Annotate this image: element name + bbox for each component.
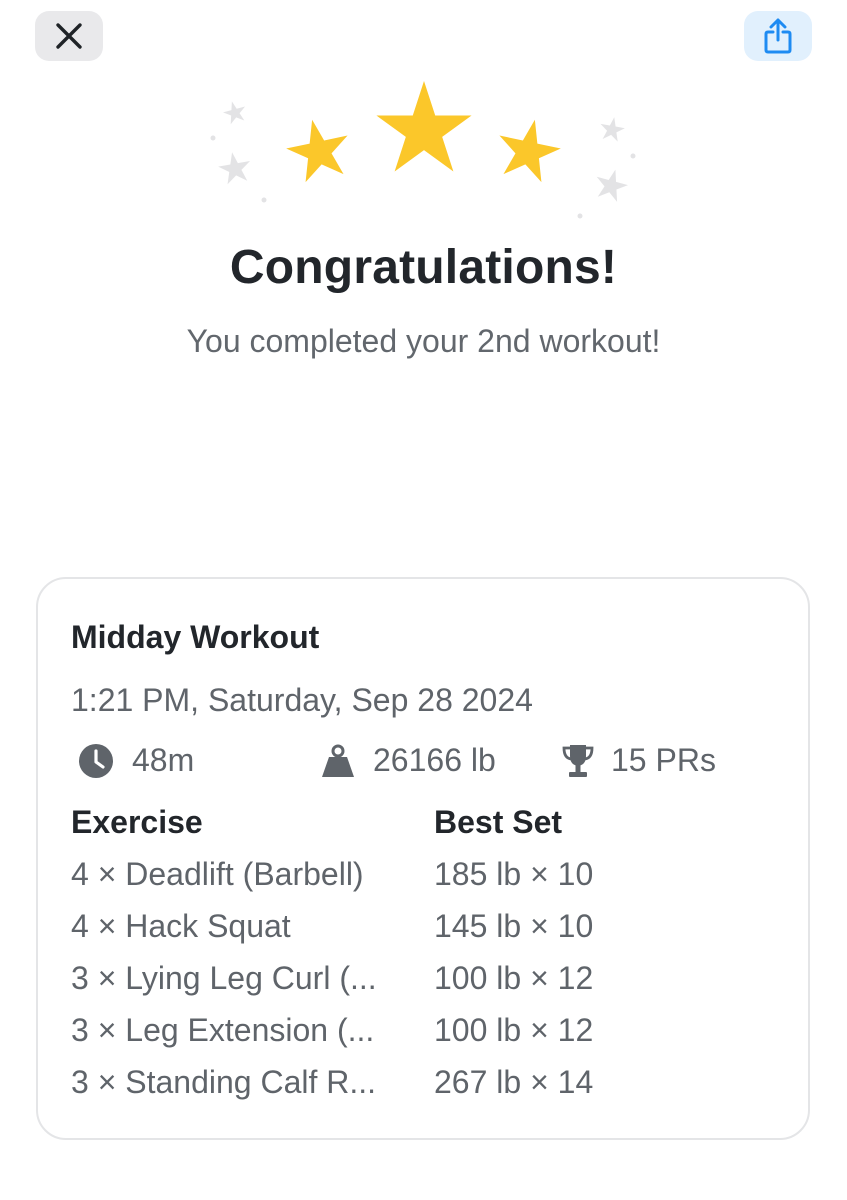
best-set-value: 145 lb × 10 bbox=[434, 908, 594, 944]
close-icon bbox=[56, 23, 82, 49]
exercise-name: 3 × Lying Leg Curl (... bbox=[71, 960, 377, 996]
exercise-row: 4 × Hack Squat 145 lb × 10 bbox=[71, 908, 791, 960]
duration-value: 48m bbox=[132, 742, 195, 778]
trophy-icon bbox=[562, 744, 594, 777]
best-set-value: 185 lb × 10 bbox=[434, 856, 594, 892]
volume-value: 26166 lb bbox=[373, 742, 496, 778]
best-set-value: 100 lb × 12 bbox=[434, 960, 594, 996]
prs-stat: 15 PRs bbox=[561, 742, 716, 779]
volume-stat: 26166 lb bbox=[320, 742, 496, 779]
weight-icon bbox=[322, 744, 354, 777]
congrats-title: Congratulations! bbox=[229, 241, 618, 294]
best-set-column-header: Best Set bbox=[434, 804, 563, 840]
left-star-icon bbox=[281, 113, 356, 185]
best-set-value: 100 lb × 12 bbox=[434, 1012, 594, 1048]
workout-datetime: 1:21 PM, Saturday, Sep 28 2024 bbox=[71, 682, 533, 718]
clock-icon bbox=[79, 743, 113, 778]
celebration-stars bbox=[210, 81, 636, 219]
exercise-name: 3 × Standing Calf R... bbox=[71, 1064, 377, 1100]
exercise-row: 3 × Leg Extension (... 100 lb × 12 bbox=[71, 1012, 791, 1064]
sparkle-star-icon bbox=[216, 149, 254, 186]
congrats-subtitle: You completed your 2nd workout! bbox=[186, 323, 661, 359]
exercise-name: 3 × Leg Extension (... bbox=[71, 1012, 375, 1048]
workout-name: Midday Workout bbox=[71, 619, 320, 655]
sparkle-star-icon bbox=[591, 165, 632, 204]
workout-summary-card: Midday Workout 1:21 PM, Saturday, Sep 28… bbox=[36, 577, 810, 1140]
sparkle-star-icon bbox=[597, 115, 627, 143]
exercise-row: 4 × Deadlift (Barbell) 185 lb × 10 bbox=[71, 856, 791, 908]
sparkle-star-icon bbox=[220, 98, 249, 126]
exercise-column-header: Exercise bbox=[71, 804, 203, 840]
right-star-icon bbox=[491, 113, 566, 185]
share-icon bbox=[764, 18, 792, 54]
exercise-name: 4 × Hack Squat bbox=[71, 908, 291, 944]
exercise-list: 4 × Deadlift (Barbell) 185 lb × 10 4 × H… bbox=[71, 856, 791, 1116]
big-star-icon bbox=[376, 81, 472, 172]
share-button[interactable] bbox=[744, 11, 812, 61]
best-set-value: 267 lb × 14 bbox=[434, 1064, 594, 1100]
exercise-row: 3 × Standing Calf R... 267 lb × 14 bbox=[71, 1064, 791, 1116]
close-button[interactable] bbox=[35, 11, 103, 61]
prs-value: 15 PRs bbox=[611, 742, 716, 778]
duration-stat: 48m bbox=[78, 742, 194, 779]
exercise-name: 4 × Deadlift (Barbell) bbox=[71, 856, 364, 892]
exercise-row: 3 × Lying Leg Curl (... 100 lb × 12 bbox=[71, 960, 791, 1012]
